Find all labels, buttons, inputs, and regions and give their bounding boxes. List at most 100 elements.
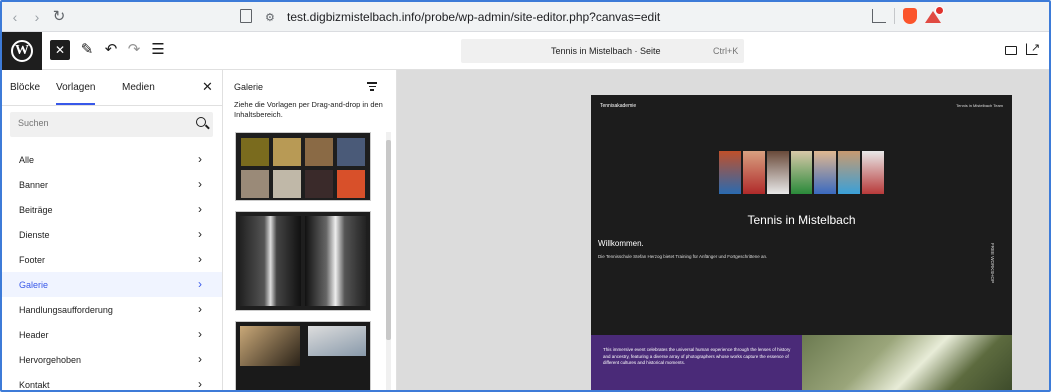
editor-toolbar: W ✕ ✎ ↶ ↷ ☰ Tennis in Mistelbach · Seite… [2, 32, 1049, 70]
filter-line [368, 85, 376, 87]
category-label: Kontakt [19, 380, 50, 390]
category-item-kontakt[interactable]: Kontakt › [2, 372, 222, 391]
brave-shield-icon[interactable] [903, 8, 917, 24]
search-icon[interactable] [196, 117, 206, 127]
player-photo [862, 151, 885, 194]
pattern-preview-architecture[interactable] [235, 321, 371, 390]
chevron-right-icon: › [198, 227, 202, 241]
category-label: Alle [19, 155, 35, 165]
category-item-footer[interactable]: Footer › [2, 247, 222, 272]
back-icon[interactable]: ‹ [6, 8, 24, 26]
notification-badge [935, 6, 944, 15]
chevron-right-icon: › [198, 202, 202, 216]
category-label: Beiträge [19, 205, 53, 215]
vertical-label[interactable]: FREE WORKSHOP [990, 243, 995, 283]
search-input[interactable] [18, 118, 188, 128]
category-label: Galerie [19, 280, 49, 290]
command-shortcut: Ctrl+K [713, 46, 739, 56]
command-title: Tennis in Mistelbach · Seite [551, 46, 661, 56]
external-arrow-icon: ↗ [1031, 42, 1041, 54]
panel-description: Ziehe die Vorlagen per Drag-and-drop in … [234, 100, 383, 119]
tab-bloecke[interactable]: Blöcke [10, 82, 40, 93]
waterfall-image [305, 216, 366, 306]
player-photo [742, 151, 765, 194]
app-frame: ‹ › ↻ ⚙ test.digbizmistelbach.info/probe… [0, 0, 1051, 392]
site-navigation[interactable]: Tennis in Mistelbach Team [956, 103, 1003, 108]
tab-vorlagen[interactable]: Vorlagen [56, 82, 96, 105]
close-icon[interactable]: ✕ [202, 79, 213, 95]
undo-icon[interactable]: ↶ [102, 41, 120, 59]
document-overview-icon[interactable]: ☰ [149, 41, 167, 59]
filter-icon[interactable] [367, 80, 377, 91]
url-text[interactable]: test.digbizmistelbach.info/probe/wp-admi… [287, 10, 660, 24]
chevron-right-icon: › [198, 252, 202, 266]
player-photo [838, 151, 861, 194]
panel-title: Galerie [234, 82, 264, 92]
player-photo [814, 151, 837, 194]
category-item-handlungsaufforderung[interactable]: Handlungsaufforderung › [2, 297, 222, 322]
category-label: Header [19, 330, 49, 340]
preview-device-icon[interactable] [1005, 46, 1017, 55]
pattern-preview-waterfalls[interactable] [235, 211, 371, 311]
category-item-hervorgehoben[interactable]: Hervorgehoben › [2, 347, 222, 372]
hero-title[interactable]: Tennis in Mistelbach [591, 213, 1012, 227]
wordpress-logo-button[interactable]: W [2, 32, 42, 70]
pattern-preview-gallery-grid[interactable] [235, 132, 371, 201]
inserter-sidebar: Blöcke Vorlagen Medien ✕ Alle › Banner › B… [2, 70, 223, 391]
category-item-dienste[interactable]: Dienste › [2, 222, 222, 247]
waterfall-image [240, 216, 301, 306]
gallery-tile [305, 170, 333, 198]
address-bar[interactable]: ⚙ test.digbizmistelbach.info/probe/wp-ad… [265, 7, 660, 27]
close-inserter-button[interactable]: ✕ [50, 40, 70, 60]
gallery-tile [241, 138, 269, 166]
event-text[interactable]: This immersive event celebrates the univ… [603, 347, 795, 367]
category-label: Footer [19, 255, 46, 265]
welcome-heading[interactable]: Willkommen. [598, 239, 644, 248]
chevron-right-icon: › [198, 302, 202, 316]
scrollbar-thumb[interactable] [386, 140, 391, 340]
category-label: Handlungsaufforderung [19, 305, 113, 315]
intro-text[interactable]: Die Tennisschule Stefan Herzog bietet Tr… [598, 254, 767, 259]
player-photo [719, 151, 741, 194]
chevron-right-icon: › [198, 352, 202, 366]
wordpress-icon: W [11, 40, 33, 62]
command-palette-button[interactable]: Tennis in Mistelbach · Seite Ctrl+K [461, 39, 744, 63]
pattern-panel: Galerie Ziehe die Vorlagen per Drag-and-… [223, 70, 397, 390]
forward-icon[interactable]: › [28, 8, 46, 26]
site-info-icon[interactable]: ⚙ [265, 11, 279, 24]
browser-actions [872, 6, 944, 24]
player-photo-strip[interactable] [719, 151, 885, 194]
chevron-right-icon: › [198, 377, 202, 391]
gallery-tile [337, 170, 365, 198]
redo-icon[interactable]: ↷ [125, 41, 143, 59]
search-box[interactable] [10, 112, 213, 137]
gallery-tile [273, 138, 301, 166]
architecture-image [308, 326, 366, 356]
site-title[interactable]: Tennisakademie [600, 103, 636, 109]
category-item-beitraege[interactable]: Beiträge › [2, 197, 222, 222]
gallery-tile [337, 138, 365, 166]
gallery-tile [241, 170, 269, 198]
category-item-header[interactable]: Header › [2, 322, 222, 347]
reload-icon[interactable]: ↻ [50, 8, 68, 26]
player-photo [766, 151, 789, 194]
gallery-tile [305, 138, 333, 166]
chevron-right-icon: › [198, 327, 202, 341]
tools-pen-icon[interactable]: ✎ [78, 41, 96, 59]
category-item-galerie[interactable]: Galerie › [2, 272, 222, 297]
bookmark-icon[interactable] [240, 9, 252, 23]
category-item-banner[interactable]: Banner › [2, 172, 222, 197]
site-preview[interactable]: Tennisakademie Tennis in Mistelbach Team… [591, 95, 1012, 390]
rewards-icon[interactable] [925, 6, 944, 23]
filter-line [367, 82, 377, 84]
share-icon[interactable] [872, 9, 886, 23]
event-block[interactable]: This immersive event celebrates the univ… [591, 335, 802, 390]
category-label: Hervorgehoben [19, 355, 82, 365]
player-photo [790, 151, 813, 194]
tab-medien[interactable]: Medien [122, 82, 155, 93]
flower-image[interactable] [802, 335, 1012, 390]
category-item-alle[interactable]: Alle › [2, 147, 222, 172]
architecture-image [240, 326, 300, 366]
category-label: Dienste [19, 230, 50, 240]
category-list: Alle › Banner › Beiträge › Dienste › Footer ›… [2, 147, 222, 391]
